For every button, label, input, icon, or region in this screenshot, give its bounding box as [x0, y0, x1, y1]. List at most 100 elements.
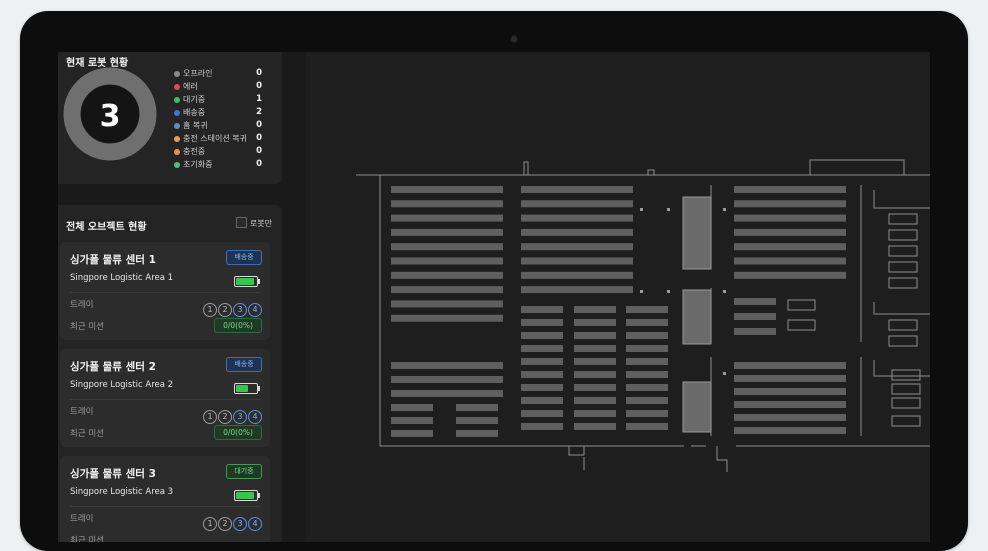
shelf-rack [521, 371, 563, 378]
shelf-rack [574, 384, 616, 391]
shelf-rack [391, 417, 433, 424]
robot-only-filter[interactable]: 로봇만 [235, 217, 272, 229]
shelf-rack [521, 319, 563, 326]
shelf-rack [734, 298, 776, 305]
shelf-rack [391, 390, 503, 397]
legend-label: 홈 복귀 [183, 121, 208, 130]
shelf-rack [734, 427, 846, 434]
shelf-rack [626, 397, 668, 404]
shelf-rack [574, 306, 616, 313]
shelf-rack [391, 243, 503, 251]
object-status-card: 전체 오브젝트 현황 로봇만 싱가폴 물류 센터 1 배송중 Singpore Lo… [58, 205, 282, 542]
shelf-rack [521, 358, 563, 365]
shelf-rack [734, 401, 846, 408]
shelf-rack [574, 423, 616, 430]
shelf-rack [521, 271, 633, 279]
robot-status-donut: 3 [63, 67, 157, 161]
shelf-rack [734, 228, 846, 236]
legend-item: 대기중 1 [174, 94, 262, 107]
shelf-rack [734, 313, 776, 320]
shelf-rack [521, 397, 563, 404]
shelf-rack [456, 430, 498, 437]
legend-label: 에러 [183, 82, 198, 91]
center-name: 싱가폴 물류 센터 3 [70, 468, 156, 480]
shelf-rack [574, 371, 616, 378]
shelf-rack [391, 257, 503, 265]
mission-progress-badge: 0/0(0%) [214, 425, 262, 440]
app-screen: 현재 로봇 현황 3 오프라인 0 에러 0 대기중 1 배송중 2 홈 복귀 0 충전 스테이션 … [58, 52, 930, 542]
checkbox-icon[interactable] [235, 217, 247, 228]
tray-slot: 3 [233, 410, 247, 424]
divider [70, 292, 260, 293]
battery-icon [234, 383, 260, 394]
status-dot-icon [174, 123, 180, 129]
center-card[interactable]: 싱가폴 물류 센터 3 대기중 Singpore Logistic Area 3 트레… [60, 456, 270, 542]
center-card[interactable]: 싱가폴 물류 센터 1 배송중 Singpore Logistic Area 1 트레… [60, 242, 270, 340]
shelf-rack [391, 186, 503, 193]
tray-slot: 1 [203, 410, 217, 424]
tray-slot: 4 [248, 410, 262, 424]
shelf-rack [626, 423, 668, 430]
center-card[interactable]: 싱가폴 물류 센터 2 배송중 Singpore Logistic Area 2 트레… [60, 349, 270, 447]
mission-progress-badge: 0/0(0%) [214, 318, 262, 333]
status-dot-icon [174, 149, 180, 155]
legend-label: 초기화중 [183, 160, 213, 169]
tray-indicators: 1234 [202, 404, 262, 424]
map-view[interactable] [306, 52, 930, 542]
mission-label: 최근 미션 [70, 429, 104, 439]
shelf-rack [574, 319, 616, 326]
center-area: Singpore Logistic Area 2 [70, 380, 174, 390]
object-status-title: 전체 오브젝트 현황 [66, 222, 147, 233]
shelf-rack [391, 228, 503, 236]
shelf-rack [734, 388, 846, 395]
shelf-rack [734, 328, 776, 335]
legend-label: 배송중 [183, 108, 206, 117]
legend-count: 0 [256, 146, 262, 156]
divider [70, 399, 260, 400]
shelf-rack [521, 214, 633, 222]
status-dot-icon [174, 71, 180, 77]
shelf-rack [521, 332, 563, 339]
shelf-rack [521, 410, 563, 417]
center-area: Singpore Logistic Area 1 [70, 273, 174, 283]
tray-slot: 2 [218, 303, 232, 317]
legend-label: 대기중 [183, 95, 206, 104]
shelf-rack [391, 300, 503, 308]
shelf-rack [521, 186, 633, 193]
shelf-rack [734, 362, 846, 369]
legend-item: 홈 복귀 0 [174, 120, 262, 133]
battery-icon [234, 276, 260, 287]
battery-icon [234, 490, 260, 501]
legend-count: 0 [256, 81, 262, 91]
mission-label: 최근 미션 [70, 536, 104, 542]
legend-item: 초기화중 0 [174, 159, 262, 172]
shelf-rack [734, 257, 846, 265]
shelf-rack [626, 319, 668, 326]
shelf-rack [391, 271, 503, 279]
legend-count: 0 [256, 133, 262, 143]
shelf-rack [574, 410, 616, 417]
legend-count: 1 [256, 94, 262, 104]
sidebar: 현재 로봇 현황 3 오프라인 0 에러 0 대기중 1 배송중 2 홈 복귀 0 충전 스테이션 … [58, 52, 306, 542]
tray-slot: 4 [248, 517, 262, 531]
tray-label: 트레이 [70, 514, 94, 524]
tray-indicators: 1234 [202, 297, 262, 317]
tray-slot: 1 [203, 517, 217, 531]
legend-item: 충전중 0 [174, 146, 262, 159]
tray-slot: 2 [218, 517, 232, 531]
tray-slot: 3 [233, 517, 247, 531]
shelf-rack [626, 410, 668, 417]
shelf-rack [626, 371, 668, 378]
shelf-rack [521, 384, 563, 391]
shelf-rack [734, 414, 846, 421]
legend-item: 에러 0 [174, 81, 262, 94]
robot-total-count: 3 [100, 99, 121, 134]
shelf-rack [734, 200, 846, 208]
warehouse-map[interactable] [306, 52, 930, 542]
shelf-rack [626, 332, 668, 339]
shelf-rack [574, 397, 616, 404]
shelf-rack [626, 384, 668, 391]
shelf-rack [734, 243, 846, 251]
status-dot-icon [174, 162, 180, 168]
shelf-rack [574, 332, 616, 339]
